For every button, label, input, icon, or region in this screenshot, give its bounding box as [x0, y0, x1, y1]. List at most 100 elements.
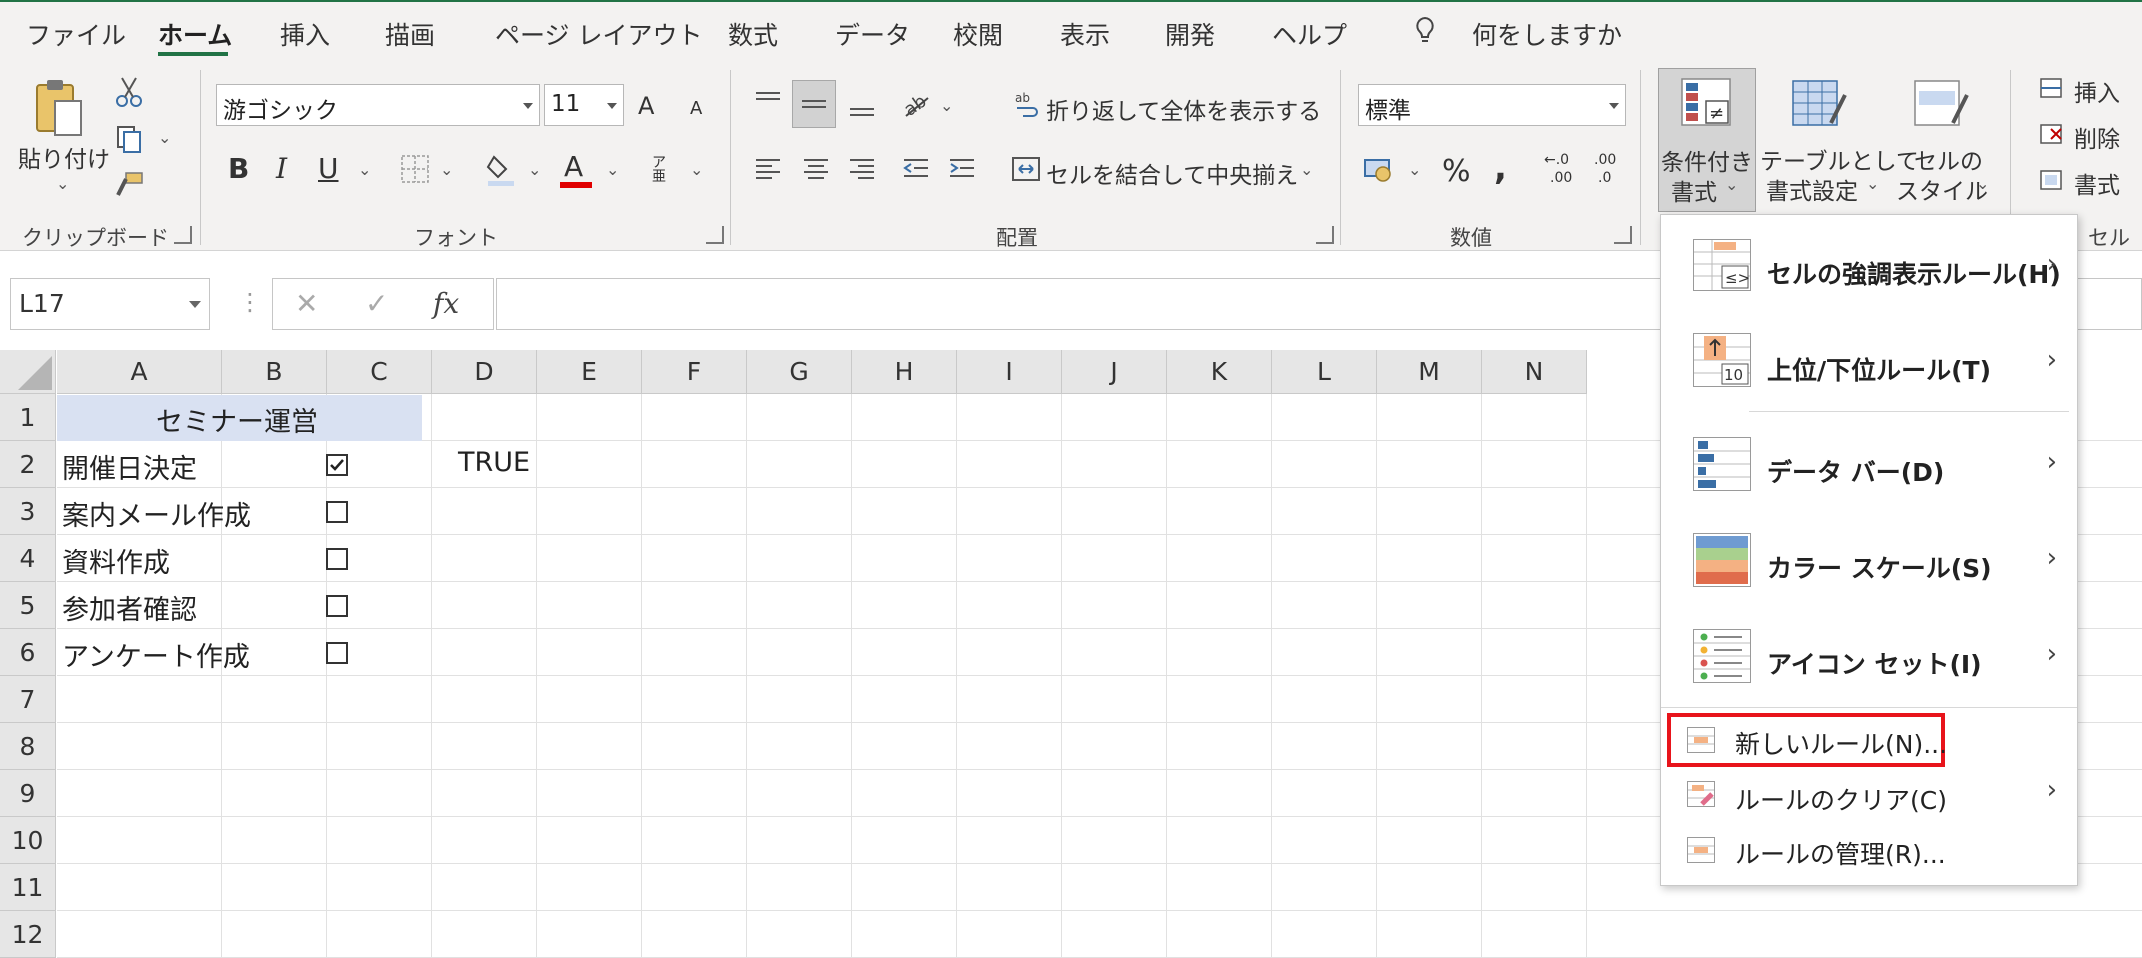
comma-style-button[interactable]: ,: [1494, 148, 1507, 188]
column-header[interactable]: C: [327, 350, 432, 394]
delete-cells-icon[interactable]: [2036, 120, 2066, 148]
align-bottom-icon[interactable]: [846, 92, 878, 122]
align-top-icon[interactable]: [752, 86, 784, 116]
row-header[interactable]: 9: [0, 770, 56, 817]
accounting-dropdown-chevron-icon[interactable]: ⌄: [1408, 160, 1421, 179]
insert-function-button[interactable]: fx: [433, 287, 459, 320]
checkbox-unchecked[interactable]: [326, 501, 348, 523]
increase-decimal-button[interactable]: ←.0 .00: [1544, 152, 1584, 190]
align-middle-icon[interactable]: [792, 80, 836, 128]
font-size-combo[interactable]: 11: [544, 84, 624, 126]
wrap-text-icon[interactable]: ab: [1012, 88, 1042, 122]
font-launcher-icon[interactable]: [706, 226, 724, 244]
tab-review[interactable]: 校閲: [953, 16, 1003, 52]
menu-item-data-bars[interactable]: データ バー(D): [1767, 453, 1944, 489]
tab-view[interactable]: 表示: [1060, 16, 1110, 52]
italic-button[interactable]: I: [276, 152, 287, 185]
column-header[interactable]: N: [1482, 350, 1587, 394]
row-header[interactable]: 11: [0, 864, 56, 911]
tab-developer[interactable]: 開発: [1165, 16, 1215, 52]
cell-styles-label-1[interactable]: セルの: [1914, 142, 1983, 176]
tell-me-search[interactable]: 何をしますか: [1472, 16, 1622, 52]
row-header[interactable]: 7: [0, 676, 56, 723]
menu-item-manage-rules[interactable]: ルールの管理(R)...: [1735, 835, 1946, 871]
underline-dropdown-chevron-icon[interactable]: ⌄: [358, 160, 371, 179]
row-header[interactable]: 12: [0, 911, 56, 958]
checkbox-unchecked[interactable]: [326, 642, 348, 664]
cell-a5[interactable]: 参加者確認: [62, 588, 197, 627]
checkbox-unchecked[interactable]: [326, 548, 348, 570]
menu-item-icon-sets[interactable]: アイコン セット(I): [1767, 645, 1982, 681]
row-header[interactable]: 4: [0, 535, 56, 582]
fill-color-dropdown-chevron-icon[interactable]: ⌄: [528, 160, 541, 179]
cell-a4[interactable]: 資料作成: [62, 541, 170, 580]
tab-help[interactable]: ヘルプ: [1272, 16, 1347, 52]
tab-draw[interactable]: 描画: [385, 16, 435, 52]
orientation-dropdown-chevron-icon[interactable]: ⌄: [940, 96, 953, 115]
column-header[interactable]: E: [537, 350, 642, 394]
cell-a1[interactable]: セミナー運営: [156, 400, 318, 439]
decrease-decimal-button[interactable]: .00 .0: [1594, 152, 1634, 190]
formula-bar-grip-icon[interactable]: ⋮: [238, 288, 262, 316]
font-name-combo[interactable]: 游ゴシック: [216, 84, 540, 126]
cell-a2[interactable]: 開催日決定: [62, 447, 197, 486]
tab-home[interactable]: ホーム: [158, 16, 232, 52]
conditional-formatting-button[interactable]: ≠ 条件付き 書式 ⌄: [1658, 68, 1756, 212]
align-center-icon[interactable]: [800, 154, 832, 184]
chevron-down-icon[interactable]: [189, 301, 201, 308]
copy-icon[interactable]: [112, 122, 146, 156]
increase-indent-icon[interactable]: [946, 154, 978, 184]
menu-item-highlight-rules[interactable]: セルの強調表示ルール(H): [1767, 255, 2061, 291]
format-painter-icon[interactable]: [112, 170, 146, 200]
phonetic-guide-button[interactable]: ア亜: [652, 156, 672, 184]
merge-center-icon[interactable]: [1010, 154, 1042, 184]
alignment-launcher-icon[interactable]: [1316, 226, 1334, 244]
tab-data[interactable]: データ: [835, 16, 910, 52]
row-header[interactable]: 1: [0, 394, 56, 441]
insert-cells-icon[interactable]: [2036, 74, 2066, 102]
font-color-dropdown-chevron-icon[interactable]: ⌄: [606, 160, 619, 179]
align-right-icon[interactable]: [846, 154, 878, 184]
row-header[interactable]: 3: [0, 488, 56, 535]
column-header[interactable]: A: [57, 350, 222, 394]
fill-color-icon[interactable]: [484, 150, 518, 188]
font-color-icon[interactable]: A: [558, 148, 594, 190]
column-header[interactable]: J: [1062, 350, 1167, 394]
bold-button[interactable]: B: [228, 152, 249, 185]
select-all-corner[interactable]: [0, 350, 56, 394]
decrease-indent-icon[interactable]: [900, 154, 932, 184]
delete-cells-button[interactable]: 削除: [2074, 120, 2120, 154]
column-header[interactable]: M: [1377, 350, 1482, 394]
accounting-format-icon[interactable]: [1362, 152, 1396, 186]
row-header[interactable]: 5: [0, 582, 56, 629]
checkbox-unchecked[interactable]: [326, 595, 348, 617]
percent-style-button[interactable]: %: [1442, 154, 1471, 189]
cell-a3[interactable]: 案内メール作成: [62, 494, 251, 533]
column-header[interactable]: G: [747, 350, 852, 394]
merge-center-button[interactable]: セルを結合して中央揃え: [1046, 156, 1298, 190]
merge-dropdown-chevron-icon[interactable]: ⌄: [1300, 160, 1313, 179]
borders-dropdown-chevron-icon[interactable]: ⌄: [440, 160, 453, 179]
paste-icon[interactable]: [30, 76, 88, 142]
cut-icon[interactable]: [112, 74, 146, 110]
number-format-combo[interactable]: 標準: [1358, 84, 1626, 126]
cell-styles-chevron-icon[interactable]: ⌄: [1976, 174, 1989, 193]
cell-styles-label-2[interactable]: スタイル: [1896, 172, 1988, 206]
format-as-table-label-1[interactable]: テーブルとして: [1760, 142, 1919, 176]
format-as-table-label-2[interactable]: 書式設定: [1766, 172, 1858, 206]
column-header[interactable]: H: [852, 350, 957, 394]
borders-icon[interactable]: [398, 152, 432, 186]
column-header[interactable]: I: [957, 350, 1062, 394]
menu-item-clear-rules[interactable]: ルールのクリア(C): [1735, 781, 1947, 817]
increase-font-size-button[interactable]: A: [638, 92, 654, 120]
underline-button[interactable]: U: [318, 152, 339, 185]
row-header[interactable]: 8: [0, 723, 56, 770]
align-left-icon[interactable]: [752, 154, 784, 184]
format-cells-button[interactable]: 書式: [2074, 166, 2120, 200]
decrease-font-size-button[interactable]: A: [690, 98, 702, 119]
menu-item-new-rule[interactable]: 新しいルール(N)...: [1735, 725, 1947, 761]
cell-a6[interactable]: アンケート作成: [62, 635, 250, 674]
tab-insert[interactable]: 挿入: [280, 16, 330, 52]
column-header[interactable]: D: [432, 350, 537, 394]
clipboard-launcher-icon[interactable]: [174, 226, 192, 244]
